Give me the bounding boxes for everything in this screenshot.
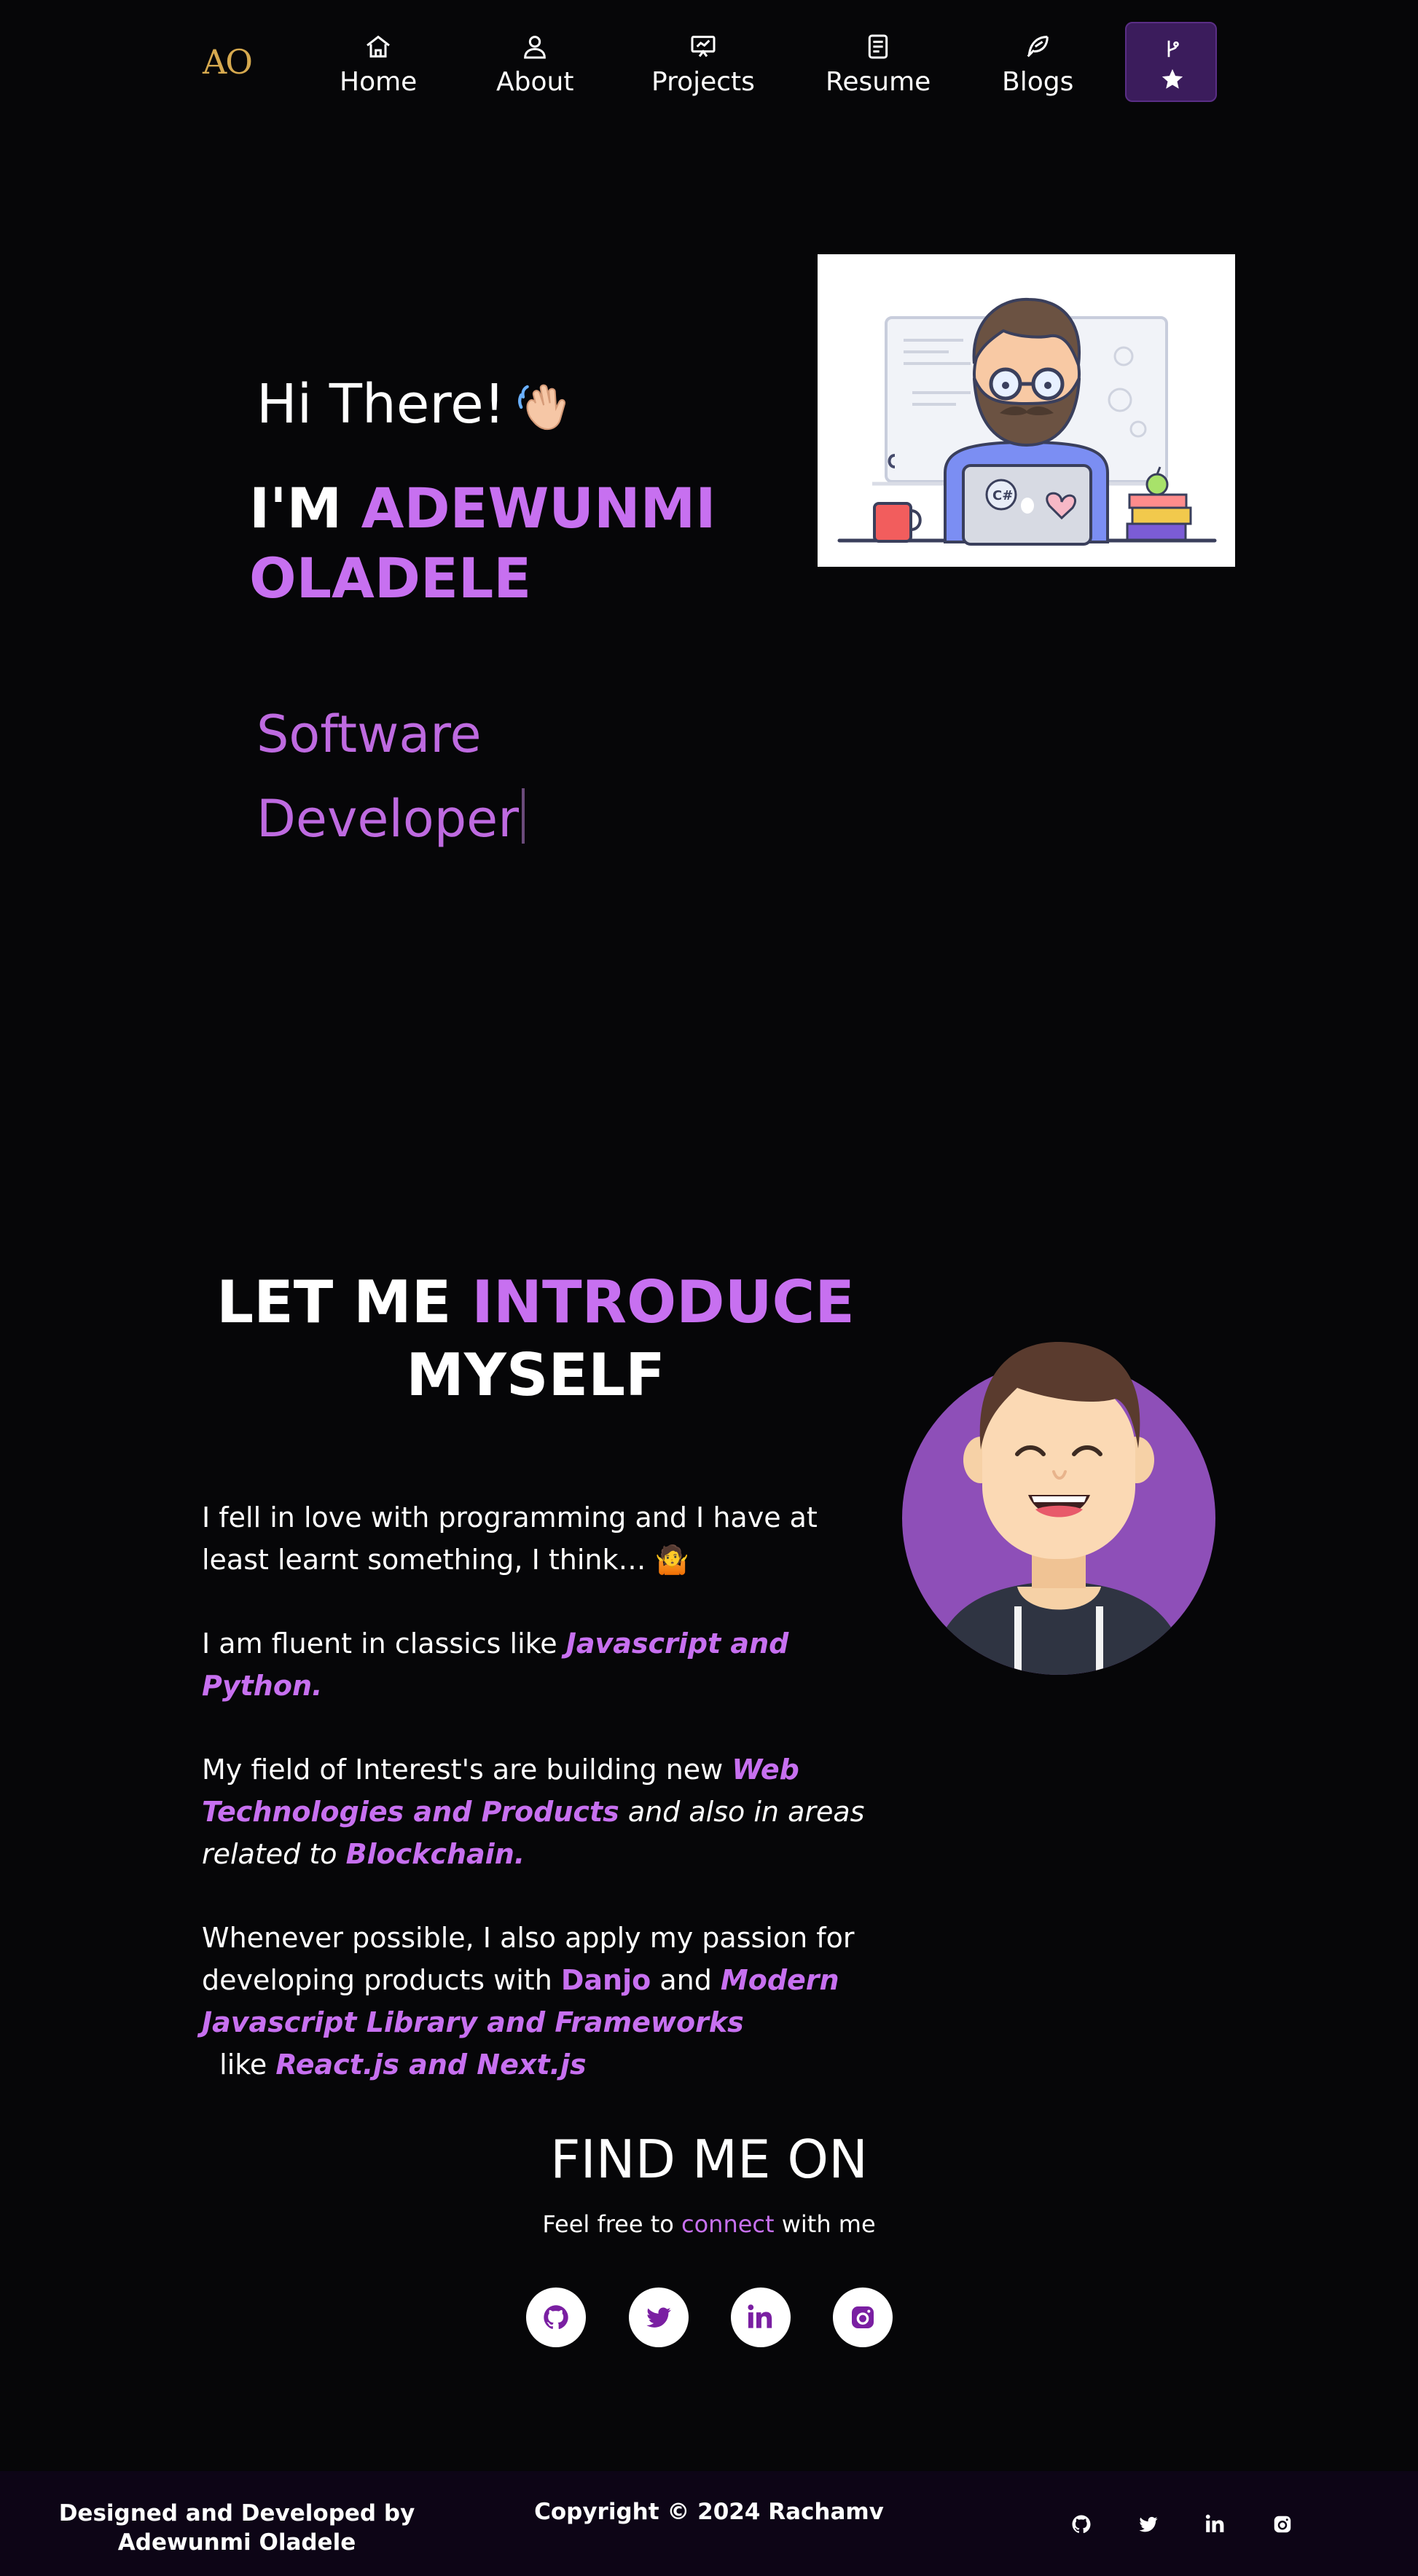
instagram-icon [852, 2306, 874, 2328]
footer-github-link[interactable] [1070, 2513, 1092, 2535]
navbar: AO Home About Projects Resume Blogs [0, 0, 1418, 131]
find-me-heading: FIND ME ON [550, 2129, 868, 2190]
hero-greeting: Hi There! [256, 373, 506, 436]
typewriter-cursor [522, 788, 525, 844]
footer: Designed and Developed by Adewunmi Olade… [0, 2471, 1418, 2576]
nav-item-resume[interactable]: Resume [826, 32, 931, 97]
about-heading-part2: MYSELF [406, 1341, 665, 1409]
user-icon [520, 32, 549, 61]
find-me-sub-prefix: Feel free to [542, 2210, 681, 2238]
connect-link[interactable]: connect [681, 2210, 775, 2238]
typewriter-text: Software Developer [256, 692, 525, 861]
github-icon [544, 2305, 568, 2330]
footer-twitter-link[interactable] [1137, 2513, 1159, 2535]
developer-at-laptop-illustration: C# [818, 254, 1235, 567]
footer-linkedin-link[interactable] [1204, 2513, 1226, 2535]
hero-name-first: ADEWUNMI [361, 476, 716, 541]
feather-icon [1023, 32, 1052, 61]
typewriter-line-2: Developer [256, 789, 520, 849]
about-p3-emph2: Blockchain. [345, 1838, 525, 1870]
github-icon [1072, 2515, 1091, 2534]
footer-credit: Designed and Developed by Adewunmi Olade… [58, 2500, 415, 2556]
hero-name: I'M ADEWUNMI OLADELE [249, 474, 759, 613]
nav-item-label: Home [340, 67, 418, 97]
linkedin-icon [748, 2304, 772, 2328]
about-paragraph-4: Whenever possible, I also apply my passi… [202, 1917, 872, 2086]
nav-item-label: About [496, 67, 574, 97]
linkedin-icon [1205, 2514, 1224, 2532]
footer-instagram-link[interactable] [1272, 2513, 1293, 2535]
hero-name-last: OLADELE [249, 546, 532, 610]
site-logo[interactable]: AO [203, 42, 253, 82]
presentation-icon [689, 32, 718, 61]
nav-item-about[interactable]: About [496, 32, 573, 97]
typewriter-line-1: Software [256, 704, 482, 764]
about-heading-highlight: INTRODUCE [471, 1268, 855, 1336]
twitter-icon [1139, 2516, 1158, 2532]
about-p2-text: I am fluent in classics like [202, 1627, 566, 1660]
nav-item-blogs[interactable]: Blogs [1002, 32, 1073, 97]
hero-name-prefix: I'M [249, 476, 361, 541]
home-icon [364, 32, 393, 61]
waving-hand-icon [518, 384, 565, 430]
find-me-subtitle: Feel free to connect with me [0, 2210, 1418, 2238]
github-link[interactable] [526, 2288, 586, 2347]
twitter-icon [646, 2307, 671, 2328]
linkedin-link[interactable] [731, 2288, 791, 2347]
instagram-icon [1274, 2516, 1291, 2533]
nav-item-label: Projects [651, 67, 755, 97]
about-paragraph-1: I fell in love with programming and I ha… [202, 1501, 818, 1576]
fork-star-button[interactable] [1125, 22, 1217, 102]
about-p4-and: and [651, 1964, 721, 1996]
instagram-link[interactable] [833, 2288, 893, 2347]
smiling-avatar-illustration [901, 1326, 1217, 1678]
about-heading-part1: LET ME [216, 1268, 472, 1336]
about-p4-emph2: React.js and Next.js [275, 2049, 587, 2081]
nav-item-home[interactable]: Home [340, 32, 417, 97]
nav-item-label: Resume [826, 67, 931, 97]
footer-copyright: Copyright © 2024 Rachamv [534, 2499, 884, 2525]
about-p4-like: like [202, 2049, 276, 2081]
nav-item-projects[interactable]: Projects [651, 32, 755, 97]
about-paragraph-2: I am fluent in classics like Javascript … [202, 1622, 872, 1707]
about-heading: LET ME INTRODUCE MYSELF [197, 1266, 874, 1412]
about-p3-text: My field of Interest's are building new [202, 1754, 732, 1786]
nav-item-label: Blogs [1002, 67, 1074, 97]
twitter-link[interactable] [629, 2288, 689, 2347]
git-branch-icon [1167, 40, 1179, 58]
svg-text:C#: C# [992, 488, 1013, 503]
document-icon [863, 32, 893, 61]
about-body: I fell in love with programming and I ha… [202, 1496, 872, 2127]
about-p4-bold: Danjo [560, 1964, 651, 1996]
star-icon [1162, 68, 1183, 89]
about-paragraph-3: My field of Interest's are building new … [202, 1748, 872, 1875]
find-me-sub-suffix: with me [774, 2210, 876, 2238]
